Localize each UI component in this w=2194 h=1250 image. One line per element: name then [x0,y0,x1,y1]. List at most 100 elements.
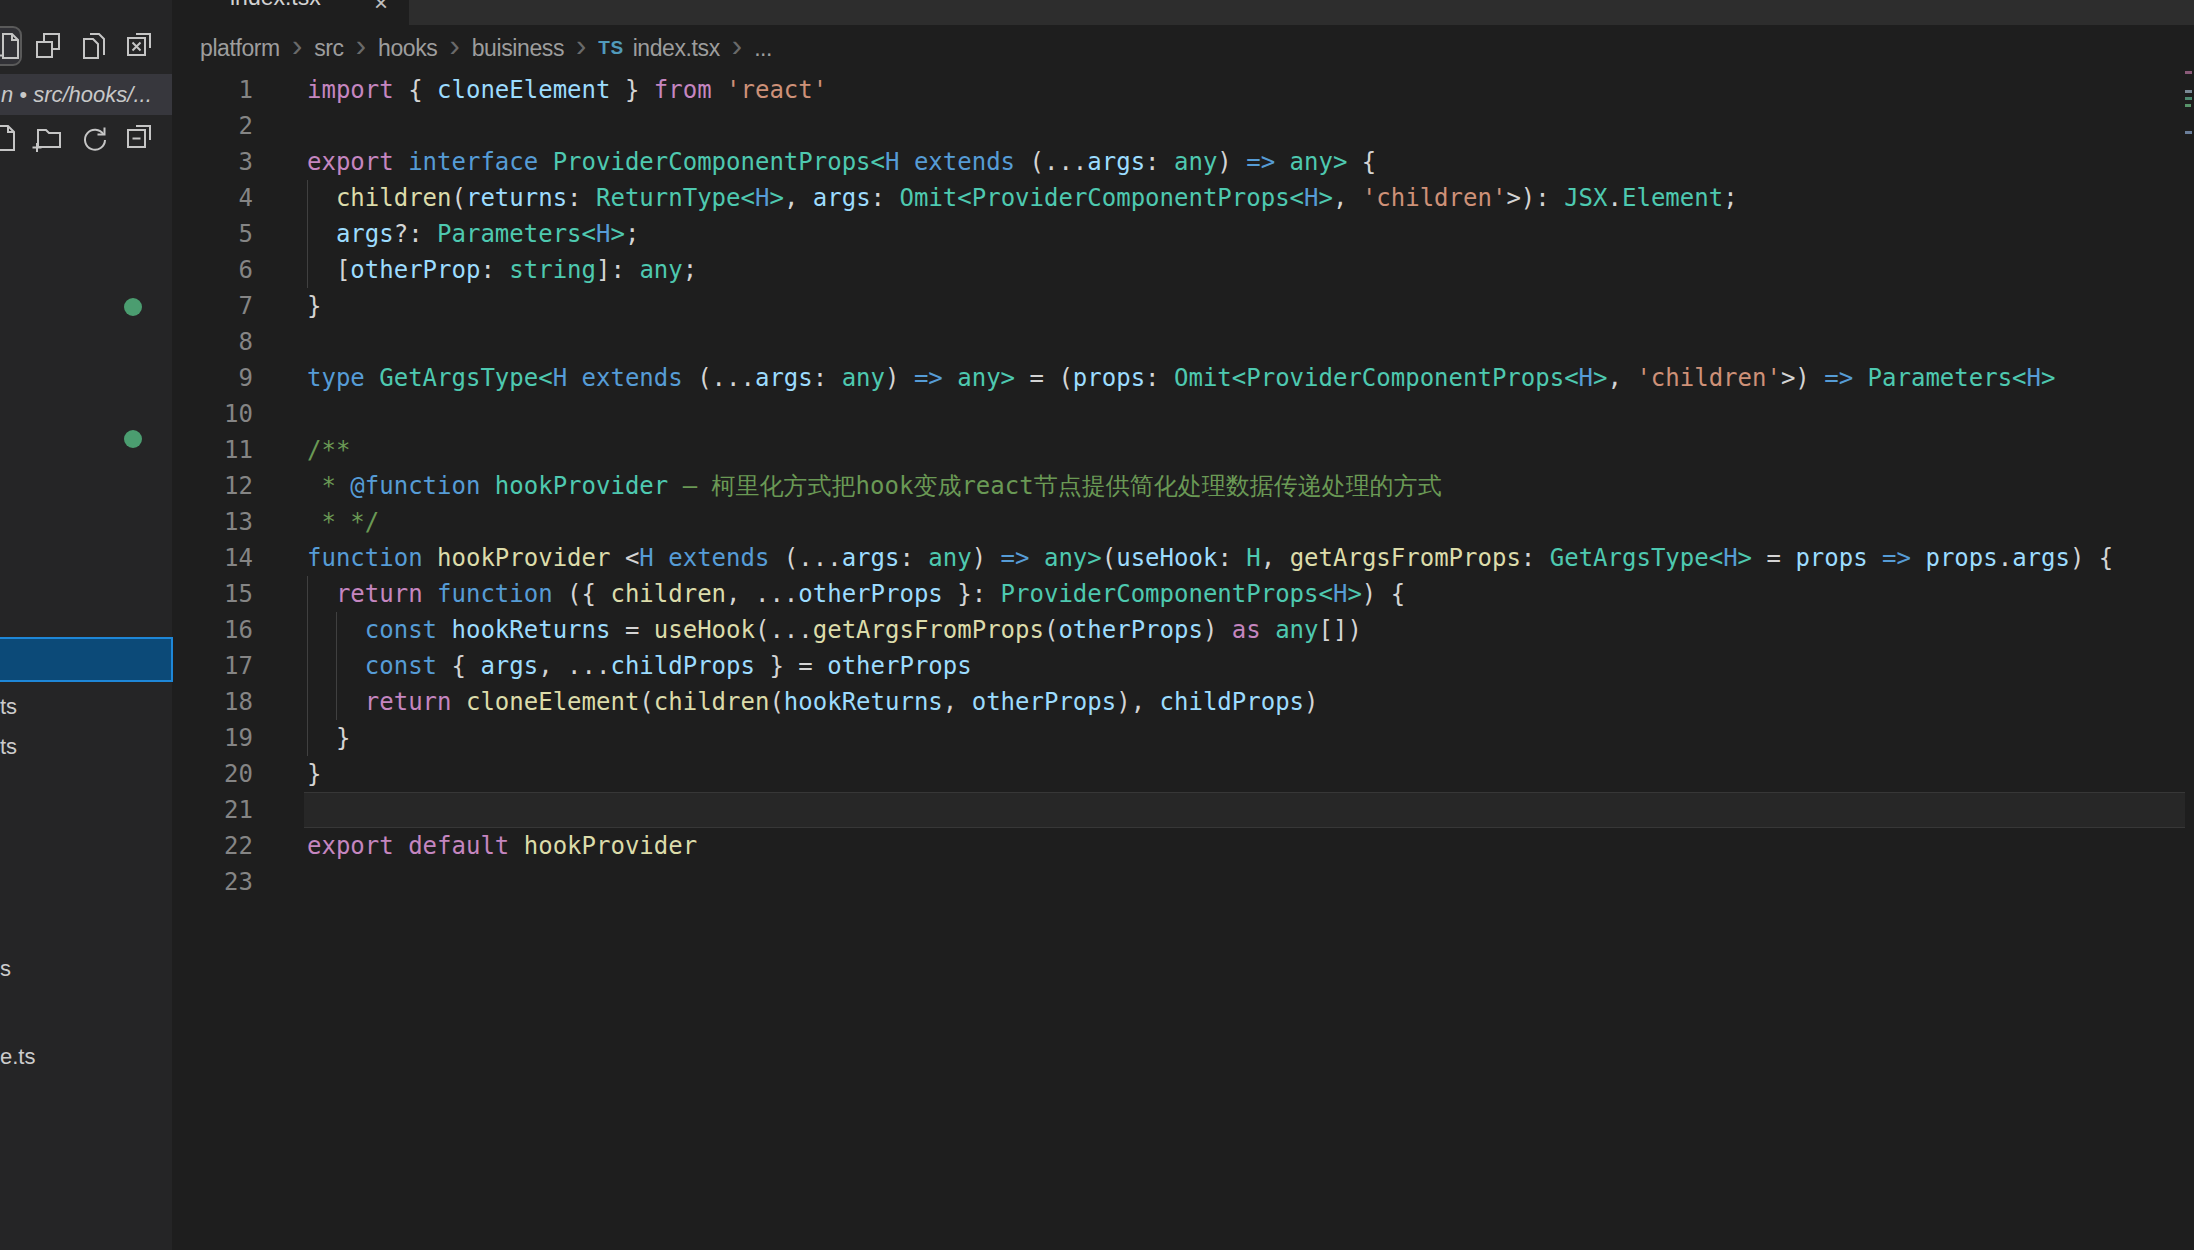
breadcrumb-item[interactable]: src [314,35,343,62]
code-line[interactable]: 23 [172,864,2185,900]
token: type [307,364,365,392]
line-number[interactable]: 11 [172,432,253,468]
token: from [654,76,712,104]
line-number[interactable]: 21 [172,792,253,828]
tab-bar: index.tsx × [172,0,2194,25]
code-line[interactable]: 12 * @function hookProvider — 柯里化方式把hook… [172,468,2185,504]
token: H [885,148,899,176]
code-text: * */ [253,504,379,540]
close-all-editors-icon[interactable] [124,30,156,62]
breadcrumb-item[interactable]: hooks [378,35,437,62]
minimap-mark [2185,90,2192,93]
new-file-icon[interactable] [0,30,24,62]
line-number[interactable]: 10 [172,396,253,432]
minimap[interactable] [2185,0,2194,1250]
token: } [307,760,321,788]
token: . [1998,544,2012,572]
open-editor-item[interactable]: n • src/hooks/... [0,74,172,115]
breadcrumb-item[interactable]: platform [200,35,280,62]
code-line[interactable]: 18 return cloneElement(children(hookRetu… [172,684,2185,720]
file-tree-item[interactable]: ts [0,694,17,720]
token: interface [394,148,539,176]
breadcrumb-item[interactable]: buisiness [472,35,564,62]
token: getArgsFromProps [1290,544,1521,572]
token: otherProps [1058,616,1203,644]
line-number[interactable]: 22 [172,828,253,864]
file-tree-item[interactable]: ts [0,734,17,760]
close-tab-icon[interactable]: × [374,0,388,17]
breadcrumb-more[interactable]: ... [754,35,772,62]
split-editor-icon[interactable] [32,30,64,62]
code-line[interactable]: 9type GetArgsType<H extends (...args: an… [172,360,2185,396]
token: < [610,544,639,572]
code-line[interactable]: 8 [172,324,2185,360]
line-number[interactable]: 19 [172,720,253,756]
code-text: export interface ProviderComponentProps<… [253,144,1376,180]
minimap-mark [2185,104,2191,107]
chevron-right-icon: › [732,36,742,56]
file-tree-item[interactable]: s [0,956,11,982]
code-line[interactable]: 16 const hookReturns = useHook(...getArg… [172,612,2185,648]
file-tree-item[interactable]: e.ts [0,1044,35,1070]
code-line[interactable]: 20} [172,756,2185,792]
token: args [336,220,394,248]
code-line[interactable]: 19 } [172,720,2185,756]
line-number[interactable]: 9 [172,360,253,396]
token: , ... [538,652,610,680]
token: otherProps [972,688,1117,716]
token: ; [625,220,639,248]
tab-index-tsx[interactable]: index.tsx × [172,0,409,25]
refresh-icon[interactable] [78,122,110,154]
token: H [596,220,610,248]
code-text: function hookProvider <H extends (...arg… [253,540,2113,576]
line-number[interactable]: 7 [172,288,253,324]
token: : [1217,544,1246,572]
code-line[interactable]: 4 children(returns: ReturnType<H>, args:… [172,180,2185,216]
save-all-icon[interactable] [78,30,110,62]
new-folder-icon[interactable] [30,122,62,154]
line-number[interactable]: 8 [172,324,253,360]
line-number[interactable]: 17 [172,648,253,684]
code-line[interactable]: 5 args?: Parameters<H>; [172,216,2185,252]
line-number[interactable]: 14 [172,540,253,576]
line-number[interactable]: 16 [172,612,253,648]
line-number[interactable]: 12 [172,468,253,504]
new-file-icon[interactable] [0,122,20,154]
token: = ( [1015,364,1073,392]
token: const [365,616,437,644]
line-number[interactable]: 4 [172,180,253,216]
code-line[interactable]: 10 [172,396,2185,432]
line-number[interactable]: 3 [172,144,253,180]
code-line[interactable]: 15 return function ({ children, ...other… [172,576,2185,612]
line-number[interactable]: 2 [172,108,253,144]
breadcrumb-file[interactable]: index.tsx [633,35,720,62]
line-number[interactable]: 13 [172,504,253,540]
token: Parameters< [1853,364,2026,392]
selected-file-row[interactable] [0,637,173,682]
code-line[interactable]: 2 [172,108,2185,144]
token: hookProvider [480,472,668,500]
code-line[interactable]: 17 const { args, ...childProps } = other… [172,648,2185,684]
code-editor[interactable]: 1import { cloneElement } from 'react'23e… [172,72,2185,900]
code-line[interactable]: 13 * */ [172,504,2185,540]
code-text: args?: Parameters<H>; [253,216,639,252]
line-number[interactable]: 5 [172,216,253,252]
code-line[interactable]: 3export interface ProviderComponentProps… [172,144,2185,180]
line-number[interactable]: 23 [172,864,253,900]
line-number[interactable]: 20 [172,756,253,792]
line-number[interactable]: 18 [172,684,253,720]
current-line-highlight [304,792,2185,828]
code-line[interactable]: 11/** [172,432,2185,468]
collapse-folders-icon[interactable] [124,122,156,154]
line-number[interactable]: 6 [172,252,253,288]
code-line[interactable]: 1import { cloneElement } from 'react' [172,72,2185,108]
line-number[interactable]: 1 [172,72,253,108]
code-line[interactable]: 14function hookProvider <H extends (...a… [172,540,2185,576]
token: GetArgsType< [1550,544,1723,572]
code-line[interactable]: 22export default hookProvider [172,828,2185,864]
line-number[interactable]: 15 [172,576,253,612]
token: H [553,364,567,392]
token: export default [307,832,509,860]
code-line[interactable]: 7} [172,288,2185,324]
code-line[interactable]: 6 [otherProp: string]: any; [172,252,2185,288]
